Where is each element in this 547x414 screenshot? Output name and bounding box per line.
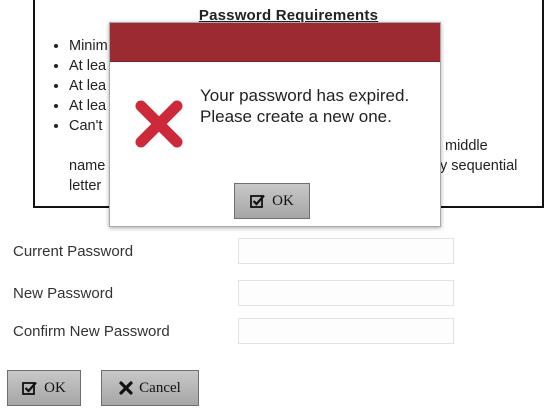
password-expired-dialog: Your password has expired. Please create… [109, 22, 441, 227]
current-password-input[interactable] [238, 238, 454, 264]
requirement-continuation: middle [445, 138, 488, 154]
dialog-message: Your password has expired. Please create… [200, 86, 410, 126]
new-password-input[interactable] [238, 280, 454, 306]
confirm-password-input[interactable] [238, 318, 454, 344]
dialog-ok-button[interactable]: OK [234, 183, 310, 219]
ok-button-label: OK [44, 379, 66, 396]
x-icon [119, 381, 133, 395]
checkbox-icon [250, 194, 266, 208]
cancel-button[interactable]: Cancel [101, 370, 199, 406]
requirement-continuation: name [69, 158, 106, 174]
requirement-continuation: y sequential [440, 158, 518, 174]
cancel-button-label: Cancel [139, 379, 181, 396]
new-password-label: New Password [13, 285, 114, 302]
dialog-header [110, 23, 440, 62]
current-password-label: Current Password [13, 243, 134, 260]
error-x-icon [134, 99, 184, 149]
ok-button[interactable]: OK [7, 370, 81, 406]
checkbox-icon [22, 381, 38, 395]
confirm-password-label: Confirm New Password [13, 323, 170, 340]
dialog-ok-label: OK [272, 192, 294, 209]
requirement-continuation: letter [69, 178, 102, 194]
